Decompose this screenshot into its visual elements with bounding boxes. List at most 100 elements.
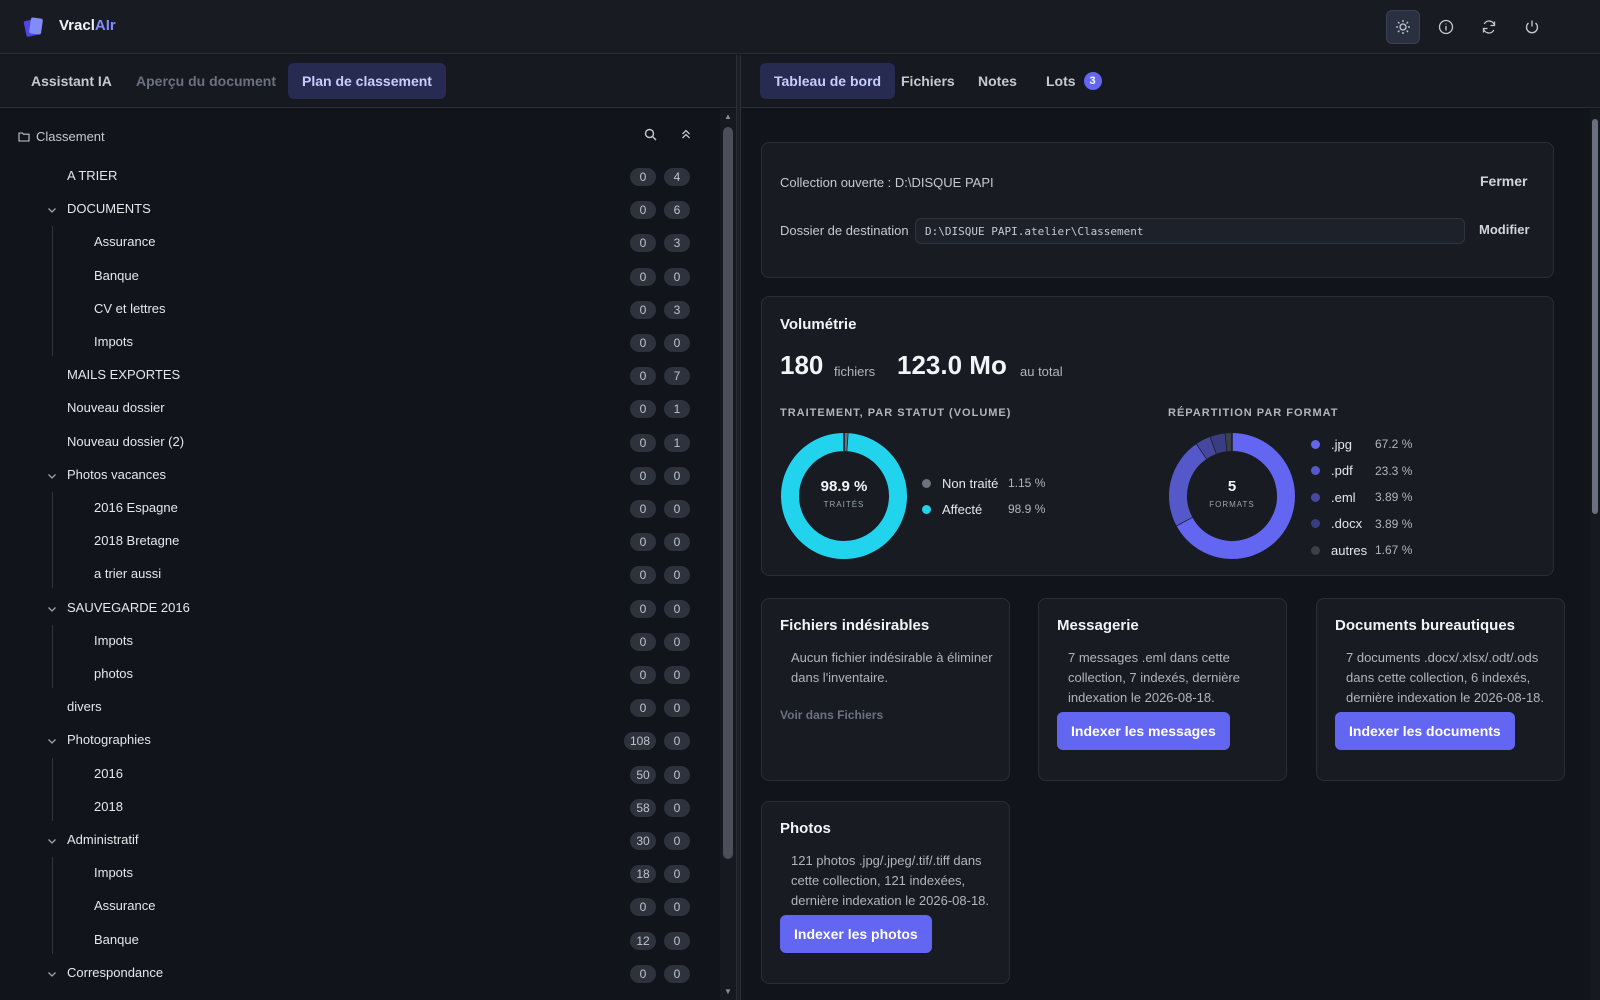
scroll-up-arrow-icon[interactable]: ▲ [723, 113, 733, 121]
app-logo-icon [23, 17, 43, 37]
tree-node-count-right: 0 [664, 865, 690, 883]
legend-label: .pdf [1331, 463, 1353, 478]
indexer-documents-button[interactable]: Indexer les documents [1335, 712, 1515, 750]
tree-node-count-right: 0 [664, 766, 690, 784]
tree-node-count-right: 0 [664, 268, 690, 286]
indexer-messages-button[interactable]: Indexer les messages [1057, 712, 1230, 750]
legend-item: .docx 3.89 % [1311, 514, 1412, 534]
tree-node-label: Photos vacances [67, 467, 167, 482]
dashboard-scrollbar-thumb[interactable] [1592, 119, 1598, 514]
classement-tree: Classement A TRIER 0 4 DOCUMENTS 0 6 Assurance… [0, 109, 720, 1000]
power-button[interactable] [1515, 10, 1549, 44]
tree-node-label: Correspondance [67, 965, 164, 980]
status-donut-label: TRAITÉS [823, 500, 865, 509]
tree-node-count-right: 0 [664, 600, 690, 618]
chevron-down-icon[interactable] [45, 203, 59, 217]
chevron-down-icon[interactable] [45, 602, 59, 616]
tree-node-count-left: 0 [630, 898, 656, 916]
tree-node[interactable]: Impots 18 0 [0, 859, 700, 889]
tab-fichiers[interactable]: Fichiers [887, 63, 969, 99]
tab-tableau-de-bord[interactable]: Tableau de bord [760, 63, 896, 99]
legend-percent: 98.9 % [1008, 502, 1046, 516]
search-icon [644, 128, 656, 140]
tree-node[interactable]: MAILS EXPORTES 0 7 [0, 361, 700, 391]
tree-node[interactable]: 2016 50 0 [0, 760, 700, 790]
indesirables-text-2: dans l'inventaire. [791, 670, 889, 685]
volumetrie-card: Volumétrie 180 fichiers 123.0 Mo au tota… [761, 296, 1554, 576]
bureautique-card: Documents bureautiques 7 documents .docx… [1316, 598, 1565, 781]
tree-guide-line [52, 758, 53, 821]
modify-destination-button[interactable]: Modifier [1479, 222, 1530, 237]
chevron-down-icon[interactable] [45, 834, 59, 848]
tree-scrollbar-thumb[interactable] [723, 127, 733, 859]
collapse-all-button[interactable] [676, 124, 696, 144]
tree-node[interactable]: divers 0 0 [0, 693, 700, 723]
tree-scrollbar[interactable]: ▲ ▼ [720, 109, 736, 1000]
chevron-down-icon[interactable] [45, 469, 59, 483]
voir-fichiers-link[interactable]: Voir dans Fichiers [780, 708, 883, 722]
legend-item: .pdf 23.3 % [1311, 461, 1412, 481]
tree-node[interactable]: CV et lettres 0 3 [0, 295, 700, 325]
tab-apercu-document[interactable]: Aperçu du document [122, 63, 290, 99]
tree-node[interactable]: Banque 12 0 [0, 926, 700, 956]
tree-node[interactable]: Banque 0 0 [0, 262, 700, 292]
tree-node[interactable]: 2018 Bretagne 0 0 [0, 527, 700, 557]
photos-text-3: dernière indexation le 2026-08-18. [791, 893, 990, 908]
tab-assistant-ia[interactable]: Assistant IA [17, 63, 126, 99]
tree-node-count-right: 3 [664, 234, 690, 252]
indexer-photos-button[interactable]: Indexer les photos [780, 915, 932, 953]
tree-node[interactable]: Administratif 30 0 [0, 826, 700, 856]
app-title-prefix: Vracl [59, 17, 95, 34]
bureautique-title: Documents bureautiques [1335, 617, 1516, 634]
destination-path-field[interactable]: D:\DISQUE PAPI.atelier\Classement [915, 218, 1465, 244]
chevron-down-icon[interactable] [45, 967, 59, 981]
dashboard-scrollbar[interactable] [1590, 109, 1600, 1000]
tree-node[interactable]: Assurance 0 0 [0, 892, 700, 922]
legend-label: Affecté [942, 501, 983, 517]
close-collection-button[interactable]: Fermer [1480, 173, 1527, 189]
photos-text-2: cette collection, 121 indexées, [791, 873, 966, 888]
tree-node[interactable]: Nouveau dossier (2) 0 1 [0, 428, 700, 458]
legend-item: .eml 3.89 % [1311, 487, 1412, 507]
tab-plan-classement[interactable]: Plan de classement [288, 63, 446, 99]
tab-notes[interactable]: Notes [964, 63, 1031, 99]
tree-node[interactable]: A TRIER 0 4 [0, 162, 700, 192]
tree-node[interactable]: Correspondance 0 0 [0, 959, 700, 989]
app-title: VraclAIr [59, 17, 116, 34]
tree-node-count-left: 0 [630, 301, 656, 319]
tree-node[interactable]: Impots 0 0 [0, 328, 700, 358]
scroll-down-arrow-icon[interactable]: ▼ [723, 988, 733, 996]
tree-node-count-right: 1 [664, 400, 690, 418]
tree-node-count-right: 7 [664, 367, 690, 385]
tree-node[interactable]: 2016 Espagne 0 0 [0, 494, 700, 524]
tree-node-count-right: 6 [664, 201, 690, 219]
legend-dot [1311, 466, 1320, 475]
tree-node[interactable]: SAUVEGARDE 2016 0 0 [0, 594, 700, 624]
legend-label: Non traité [942, 475, 999, 491]
tree-node[interactable]: 2018 58 0 [0, 793, 700, 823]
tree-node[interactable]: Photos vacances 0 0 [0, 461, 700, 491]
refresh-button[interactable] [1472, 10, 1506, 44]
tree-node[interactable]: Photographies 108 0 [0, 726, 700, 756]
tree-node[interactable]: Nouveau dossier 0 1 [0, 394, 700, 424]
tree-node[interactable]: photos 0 0 [0, 660, 700, 690]
legend-percent: 23.3 % [1375, 463, 1413, 478]
tree-node-count-left: 0 [630, 533, 656, 551]
photos-card: Photos 121 photos .jpg/.jpeg/.tif/.tiff … [761, 801, 1010, 984]
tab-lots[interactable]: Lots 3 [1032, 63, 1116, 99]
tree-header[interactable]: Classement [18, 126, 105, 146]
chevron-down-icon[interactable] [45, 734, 59, 748]
theme-toggle-button[interactable] [1386, 10, 1420, 44]
tree-node-count-right: 0 [664, 699, 690, 717]
tree-node[interactable]: a trier aussi 0 0 [0, 560, 700, 590]
tree-node[interactable]: Impots 0 0 [0, 627, 700, 657]
status-donut-value: 98.9 % [820, 478, 868, 495]
total-size-value: 123.0 Mo [897, 350, 1007, 380]
info-button[interactable] [1429, 10, 1463, 44]
legend-item: Non traité 1.15 % [922, 473, 1045, 493]
tree-node[interactable]: DOCUMENTS 0 6 [0, 195, 700, 225]
tree-node-count-left: 0 [630, 666, 656, 684]
tree-node-label: a trier aussi [94, 566, 162, 581]
tree-node[interactable]: Assurance 0 3 [0, 228, 700, 258]
tree-search-button[interactable] [640, 124, 660, 144]
